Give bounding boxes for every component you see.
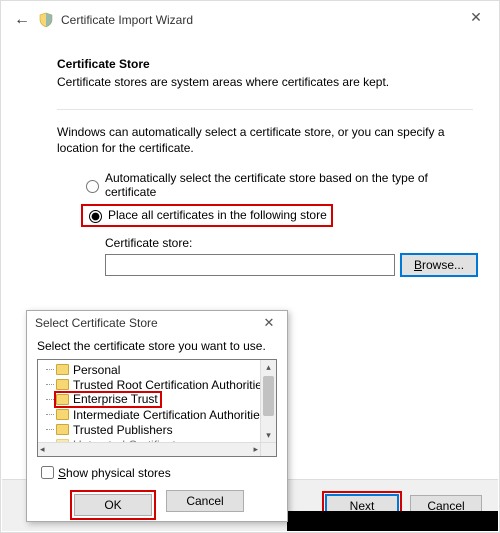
radio-auto-label: Automatically select the certificate sto… — [105, 171, 471, 199]
ok-button[interactable]: OK — [74, 494, 152, 516]
folder-icon — [56, 409, 69, 420]
tree-item-label: Trusted Root Certification Authorities — [73, 378, 268, 392]
store-input[interactable] — [105, 254, 395, 276]
back-arrow-icon[interactable]: ← — [11, 11, 33, 29]
tree-item-intermediate[interactable]: Intermediate Certification Authorities — [42, 407, 276, 422]
radio-place-label: Place all certificates in the following … — [108, 208, 327, 222]
radio-auto-input[interactable] — [86, 180, 99, 193]
store-tree[interactable]: Personal Trusted Root Certification Auth… — [37, 359, 277, 457]
body-text: Windows can automatically select a certi… — [57, 124, 473, 156]
tree-item-label: Enterprise Trust — [73, 393, 158, 406]
dialog-cancel-button[interactable]: Cancel — [166, 490, 244, 512]
select-store-dialog: Select Certificate Store ✕ Select the ce… — [26, 310, 288, 522]
tree-item-trusted-publishers[interactable]: Trusted Publishers — [42, 422, 276, 437]
enterprise-trust-highlight: Enterprise Trust — [54, 391, 162, 408]
dialog-close-icon[interactable]: ✕ — [257, 315, 281, 331]
scroll-corner — [260, 442, 276, 456]
scroll-thumb[interactable] — [263, 376, 274, 416]
section-subtext: Certificate stores are system areas wher… — [57, 75, 473, 89]
wizard-content: Certificate Store Certificate stores are… — [1, 35, 499, 276]
vertical-scrollbar[interactable]: ▴ ▾ — [260, 360, 276, 442]
folder-icon — [56, 424, 69, 435]
tree-item-trusted-root[interactable]: Trusted Root Certification Authorities — [42, 377, 276, 392]
tree-item-enterprise-trust[interactable]: Enterprise Trust — [42, 392, 276, 407]
dialog-body: Select the certificate store you want to… — [27, 335, 287, 532]
browse-button[interactable]: Browse... — [401, 254, 477, 276]
divider — [57, 109, 473, 110]
store-row: Browse... — [105, 254, 473, 276]
radio-place-input[interactable] — [89, 210, 102, 223]
scroll-down-icon[interactable]: ▾ — [261, 428, 276, 442]
show-physical-input[interactable] — [41, 466, 54, 479]
close-icon[interactable]: ✕ — [461, 7, 491, 27]
show-physical-label: Show physical stores — [58, 466, 171, 480]
tree-item-personal[interactable]: Personal — [42, 362, 276, 377]
tree-item-label: Personal — [73, 363, 120, 377]
scroll-left-icon[interactable]: ◂ — [40, 444, 45, 455]
dialog-instruction: Select the certificate store you want to… — [37, 339, 277, 353]
radio-place-row: Place all certificates in the following … — [79, 203, 473, 228]
radio-place-highlight: Place all certificates in the following … — [81, 204, 333, 227]
folder-icon — [56, 364, 69, 375]
radio-auto[interactable]: Automatically select the certificate sto… — [79, 170, 473, 200]
dialog-titlebar: Select Certificate Store ✕ — [27, 311, 287, 335]
horizontal-scrollbar[interactable]: ◂ ▸ — [38, 442, 260, 456]
ok-highlight: OK — [70, 490, 156, 520]
dialog-title: Select Certificate Store — [35, 316, 158, 330]
dialog-buttons: OK Cancel — [37, 490, 277, 526]
tree-item-label: Intermediate Certification Authorities — [73, 408, 266, 422]
wizard-titlebar: ← Certificate Import Wizard ✕ — [1, 1, 499, 35]
store-label: Certificate store: — [105, 236, 473, 250]
tree-item-label: Trusted Publishers — [73, 423, 173, 437]
wizard-title: Certificate Import Wizard — [61, 13, 193, 27]
shield-icon — [37, 11, 55, 29]
folder-icon — [56, 394, 69, 405]
scroll-up-icon[interactable]: ▴ — [261, 360, 276, 374]
scroll-right-icon[interactable]: ▸ — [253, 444, 258, 455]
folder-icon — [56, 379, 69, 390]
show-physical-checkbox[interactable]: Show physical stores — [37, 463, 277, 482]
section-heading: Certificate Store — [57, 57, 473, 71]
store-block: Certificate store: Browse... — [105, 236, 473, 276]
black-bottom-strip — [287, 511, 498, 531]
tree-inner: Personal Trusted Root Certification Auth… — [38, 360, 276, 454]
